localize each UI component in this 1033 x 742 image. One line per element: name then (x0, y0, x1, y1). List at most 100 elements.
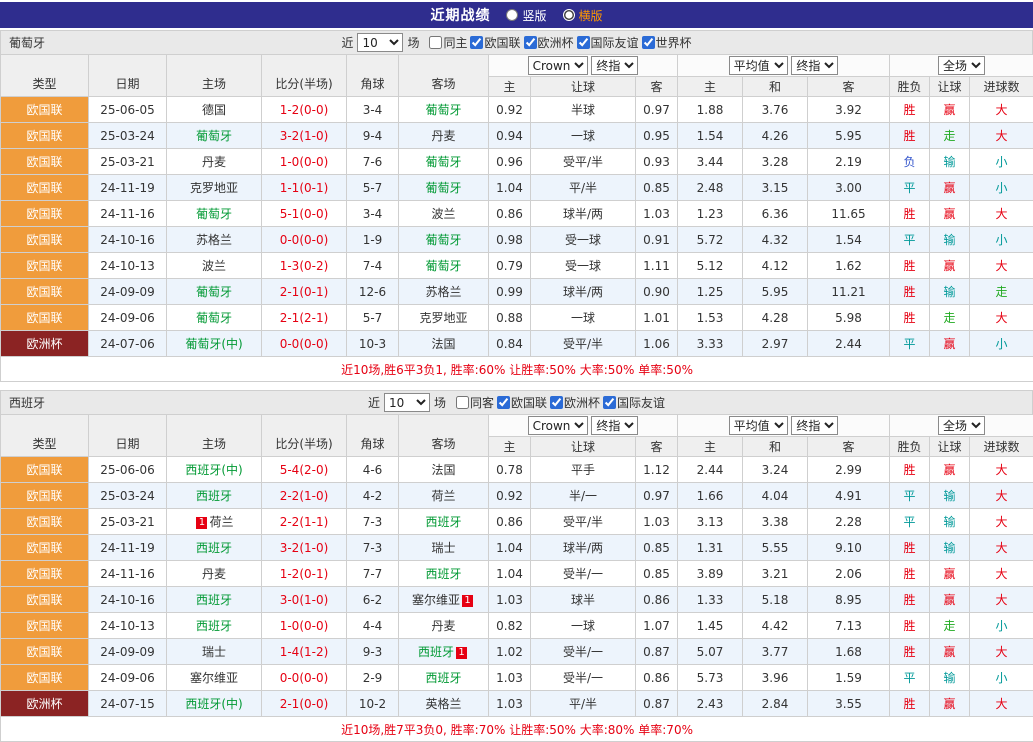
goals-cell: 大 (970, 587, 1033, 613)
team-label: 葡萄牙 (196, 129, 232, 143)
match-row: 欧国联25-03-21丹麦1-0(0-0)7-6葡萄牙0.96受平/半0.933… (1, 149, 1033, 175)
filter-checkbox-欧洲杯[interactable]: 欧洲杯 (550, 394, 600, 411)
win-odds-cell: 3.89 (678, 561, 743, 587)
odds-company-select[interactable]: Crown (528, 416, 588, 435)
filter-checkbox-欧国联[interactable]: 欧国联 (497, 394, 547, 411)
team-label: 葡萄牙 (425, 155, 461, 169)
score-cell: 3-0(1-0) (262, 587, 347, 613)
filter-checkbox-同主[interactable]: 同主 (429, 34, 467, 51)
vertical-layout-option[interactable]: 竖版 (506, 7, 546, 24)
corner-cell: 7-7 (347, 561, 399, 587)
win-odds-cell: 5.73 (678, 665, 743, 691)
draw-odds-cell: 4.12 (743, 253, 808, 279)
filter-checkbox-国际友谊[interactable]: 国际友谊 (577, 34, 639, 51)
home-team-cell: 西班牙(中) (167, 691, 262, 717)
filter-checkbox-世界杯[interactable]: 世界杯 (642, 34, 692, 51)
competition-cell: 欧国联 (1, 279, 89, 305)
odds-type-select[interactable]: 终指 (591, 56, 638, 75)
away-handicap-odds-cell: 0.91 (636, 227, 678, 253)
competition-cell: 欧国联 (1, 149, 89, 175)
col-win: 主 (678, 77, 743, 97)
win-odds-cell: 3.44 (678, 149, 743, 175)
competition-cell: 欧国联 (1, 639, 89, 665)
win-odds-cell: 2.48 (678, 175, 743, 201)
draw-odds-cell: 4.42 (743, 613, 808, 639)
odds-type-select[interactable]: 终指 (591, 416, 638, 435)
checkbox-同主[interactable] (429, 36, 442, 49)
scope-select[interactable]: 全场 (938, 56, 985, 75)
lose-odds-cell: 7.13 (808, 613, 890, 639)
match-count-select[interactable]: 10 (357, 33, 403, 52)
away-team-cell: 法国 (399, 331, 489, 357)
vertical-layout-radio[interactable] (506, 9, 518, 21)
handicap-result-cell: 赢 (930, 253, 970, 279)
home-team-cell: 葡萄牙 (167, 201, 262, 227)
matches-body: 欧国联25-06-06西班牙(中)5-4(2-0)4-6法国0.78平手1.12… (1, 457, 1033, 717)
col-handicap: 让球 (531, 437, 636, 457)
team-label: 西班牙 (196, 619, 232, 633)
checkbox-同客[interactable] (456, 396, 469, 409)
checkbox-label: 欧国联 (511, 394, 547, 411)
away-team-cell: 西班牙 (399, 561, 489, 587)
draw-odds-cell: 5.95 (743, 279, 808, 305)
average-type-select[interactable]: 终指 (791, 416, 838, 435)
team-label: 丹麦 (202, 155, 226, 169)
home-handicap-odds-cell: 0.82 (489, 613, 531, 639)
team-label: 葡萄牙 (425, 181, 461, 195)
away-team-cell: 瑞士 (399, 535, 489, 561)
win-odds-cell: 3.13 (678, 509, 743, 535)
average-select[interactable]: 平均值 (729, 416, 788, 435)
checkbox-欧洲杯[interactable] (550, 396, 563, 409)
checkbox-label: 欧洲杯 (538, 34, 574, 51)
handicap-result-cell: 走 (930, 123, 970, 149)
home-handicap-odds-cell: 1.04 (489, 535, 531, 561)
col-type: 类型 (1, 415, 89, 457)
checkbox-世界杯[interactable] (642, 36, 655, 49)
date-cell: 25-03-24 (89, 483, 167, 509)
date-cell: 25-06-05 (89, 97, 167, 123)
filter-checkbox-欧洲杯[interactable]: 欧洲杯 (524, 34, 574, 51)
draw-odds-cell: 4.32 (743, 227, 808, 253)
home-handicap-odds-cell: 0.86 (489, 509, 531, 535)
team-name: 葡萄牙 (9, 34, 45, 51)
checkbox-国际友谊[interactable] (603, 396, 616, 409)
odds-company-select[interactable]: Crown (528, 56, 588, 75)
lose-odds-cell: 8.95 (808, 587, 890, 613)
match-count-select[interactable]: 10 (384, 393, 430, 412)
checkbox-欧国联[interactable] (497, 396, 510, 409)
date-cell: 25-03-24 (89, 123, 167, 149)
result-cell: 平 (890, 331, 930, 357)
away-team-cell: 克罗地亚 (399, 305, 489, 331)
filter-checkbox-同客[interactable]: 同客 (456, 394, 494, 411)
handicap-cell: 球半/两 (531, 279, 636, 305)
europe-odds-header: 平均值 终指 (678, 55, 890, 77)
competition-cell: 欧国联 (1, 175, 89, 201)
away-handicap-odds-cell: 1.03 (636, 509, 678, 535)
handicap-result-cell: 输 (930, 665, 970, 691)
corner-cell: 4-2 (347, 483, 399, 509)
checkbox-国际友谊[interactable] (577, 36, 590, 49)
scope-select[interactable]: 全场 (938, 416, 985, 435)
checkbox-欧国联[interactable] (470, 36, 483, 49)
average-select[interactable]: 平均值 (729, 56, 788, 75)
away-handicap-odds-cell: 0.85 (636, 535, 678, 561)
team-label: 西班牙 (425, 567, 461, 581)
checkbox-欧洲杯[interactable] (524, 36, 537, 49)
checkbox-label: 国际友谊 (591, 34, 639, 51)
lose-odds-cell: 3.55 (808, 691, 890, 717)
col-hcap-result: 让球 (930, 437, 970, 457)
filter-checkbox-欧国联[interactable]: 欧国联 (470, 34, 520, 51)
competition-cell: 欧国联 (1, 535, 89, 561)
win-odds-cell: 1.31 (678, 535, 743, 561)
horizontal-layout-option[interactable]: 横版 (563, 7, 603, 24)
filter-checkbox-国际友谊[interactable]: 国际友谊 (603, 394, 665, 411)
win-odds-cell: 1.33 (678, 587, 743, 613)
horizontal-layout-radio[interactable] (563, 9, 575, 21)
goals-cell: 大 (970, 97, 1033, 123)
away-handicap-odds-cell: 0.86 (636, 587, 678, 613)
team-label: 苏格兰 (425, 285, 461, 299)
handicap-cell: 受平/半 (531, 331, 636, 357)
date-cell: 25-03-21 (89, 509, 167, 535)
average-type-select[interactable]: 终指 (791, 56, 838, 75)
win-odds-cell: 2.43 (678, 691, 743, 717)
